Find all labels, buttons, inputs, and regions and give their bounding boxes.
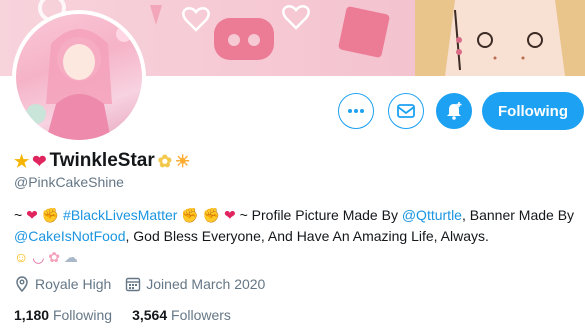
following-count-link[interactable]: 1,180 Following	[14, 307, 112, 323]
bio-text: ~ Profile Picture Made By	[239, 207, 402, 223]
character-face	[415, 0, 585, 76]
red-heart-icon: ❤	[32, 151, 47, 171]
display-name: TwinkleStar	[49, 150, 155, 171]
following-label: Following	[52, 307, 113, 323]
avatar[interactable]	[12, 10, 146, 144]
followers-label: Followers	[171, 307, 231, 323]
joined-text: Joined March 2020	[146, 276, 266, 292]
raised-fist-icon: ✊	[181, 207, 199, 223]
sparkling-heart-icon: ❤	[223, 207, 236, 223]
cherry-blossom-icon: ✿	[48, 249, 61, 265]
notifications-button[interactable]	[436, 93, 472, 129]
handle: @PinkCakeShine	[14, 174, 124, 190]
followers-count: 3,564	[132, 307, 168, 323]
hugging-face-icon: ☺	[14, 249, 29, 265]
join-date: Joined March 2020	[125, 276, 265, 292]
display-name-row: ★ ❤ TwinkleStar ✿ ☀	[14, 149, 190, 173]
bio-prefix: ~	[14, 207, 23, 223]
location-text: Royale High	[35, 276, 112, 292]
calendar-icon	[126, 277, 141, 292]
envelope-icon	[397, 104, 415, 118]
sun-icon: ☀	[174, 151, 191, 171]
bio-text: , God Bless Everyone, And Have An Amazin…	[125, 228, 489, 244]
bell-plus-icon	[447, 102, 462, 120]
avatar-illustration	[26, 26, 132, 140]
message-button[interactable]	[388, 93, 424, 129]
bio-text: , Banner Made By	[461, 207, 575, 223]
raised-fist-icon: ✊	[41, 207, 60, 223]
rainbow-icon: ◡	[32, 249, 45, 265]
raised-fist-icon: ✊	[202, 207, 221, 223]
sparkling-heart-icon: ❤	[26, 207, 38, 223]
followers-count-link[interactable]: 3,564 Followers	[132, 307, 231, 323]
more-icon	[348, 109, 364, 113]
following-button[interactable]: Following	[482, 92, 584, 130]
banner-character-art	[415, 0, 585, 76]
hashtag-link[interactable]: #BlackLivesMatter	[63, 207, 177, 223]
bio: ~ ❤ ✊ #BlackLivesMatter ✊ ✊ ❤ ~ Profile …	[14, 205, 579, 268]
follow-stats: 1,180 Following 3,564 Followers	[14, 307, 231, 323]
mention-link[interactable]: @CakeIsNotFood	[14, 228, 125, 244]
blossom-icon: ✿	[157, 151, 172, 171]
location-pin-icon	[16, 276, 28, 292]
star-icon: ★	[14, 151, 30, 171]
cloud-icon: ☁	[63, 249, 78, 265]
following-count: 1,180	[14, 307, 50, 323]
profile-meta: Royale High Joined March 2020	[14, 276, 265, 292]
avatar-image	[16, 14, 142, 140]
mention-link[interactable]: @Qtturtle	[402, 207, 462, 223]
location: Royale High	[14, 276, 111, 292]
more-button[interactable]	[338, 93, 374, 129]
